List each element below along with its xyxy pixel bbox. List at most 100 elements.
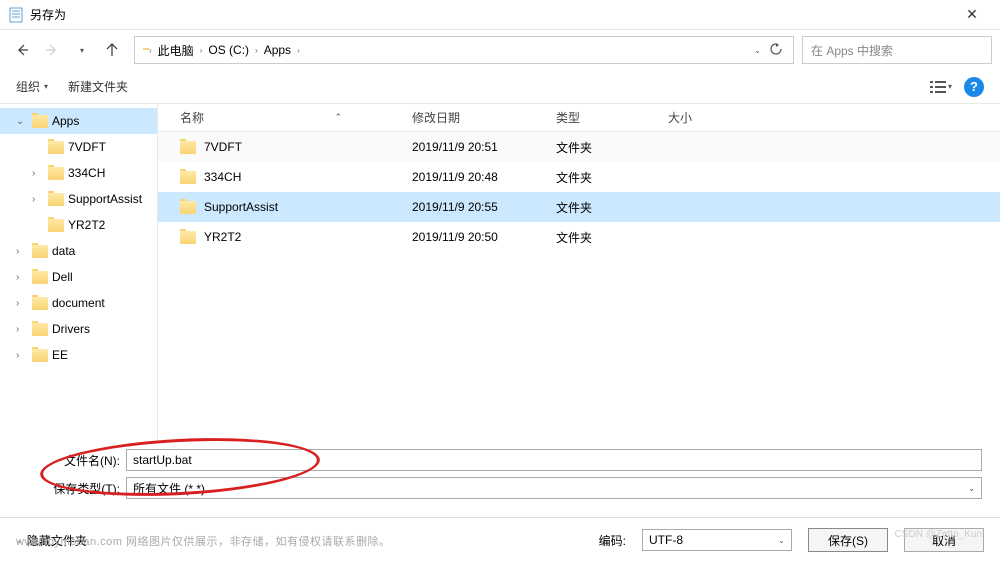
folder-icon [32,297,48,310]
expander-icon[interactable]: › [32,194,44,205]
filetype-select[interactable]: 所有文件 (*.*)⌄ [126,477,982,499]
list-row[interactable]: 7VDFT 2019/11/9 20:51文件夹 [158,132,1000,162]
expander-icon[interactable]: › [16,350,28,361]
refresh-icon[interactable] [769,42,783,59]
tree-item[interactable]: › 334CH [0,160,157,186]
watermark-credit: CSDN @Zetto_Kun [895,529,982,540]
folder-tree: ⌄ Apps 7VDFT › 334CH › SupportAssist YR2T2 › data… [0,104,158,439]
file-date: 2019/11/9 20:51 [412,140,556,154]
folder-icon [48,193,64,206]
file-type: 文件夹 [556,169,668,186]
folder-icon [180,231,196,244]
column-size[interactable]: 大小 [668,109,768,126]
recent-dropdown[interactable]: ▾ [68,36,96,64]
tree-item[interactable]: › Dell [0,264,157,290]
tree-label: 334CH [68,166,105,180]
new-folder-button[interactable]: 新建文件夹 [68,78,128,95]
view-options-button[interactable]: ▾ [930,80,952,94]
tree-item[interactable]: › SupportAssist [0,186,157,212]
filename-label: 文件名(N): [18,452,126,469]
toolbar: 组织 ▾ 新建文件夹 ▾ ? [0,70,1000,104]
search-input[interactable]: 在 Apps 中搜索 [802,36,992,64]
file-type: 文件夹 [556,229,668,246]
file-list: 名称⌃ 修改日期 类型 大小 7VDFT2019/11/9 20:51文件夹33… [158,104,1000,439]
tree-item[interactable]: 7VDFT [0,134,157,160]
encoding-label: 编码: [599,532,626,549]
folder-icon [32,115,48,128]
tree-label: Apps [52,114,79,128]
list-row[interactable]: YR2T2 2019/11/9 20:50文件夹 [158,222,1000,252]
titlebar: 另存为 ✕ [0,0,1000,30]
up-button[interactable] [98,36,126,64]
folder-icon [180,171,196,184]
folder-icon [32,245,48,258]
tree-item[interactable]: ›EE [0,342,157,368]
tree-item[interactable]: › document [0,290,157,316]
folder-icon [48,219,64,232]
breadcrumb-item[interactable]: Apps [260,43,295,57]
folder-icon [180,201,196,214]
folder-icon [32,323,48,336]
file-type: 文件夹 [556,139,668,156]
column-type[interactable]: 类型 [556,109,668,126]
filename-input[interactable]: startUp.bat [126,449,982,471]
tree-item[interactable]: › data [0,238,157,264]
tree-item[interactable]: › Drivers [0,316,157,342]
column-date[interactable]: 修改日期 [412,109,556,126]
chevron-right-icon: › [149,46,152,55]
folder-icon [32,271,48,284]
tree-label: data [52,244,75,258]
list-row[interactable]: SupportAssist2019/11/9 20:55文件夹 [158,192,1000,222]
folder-icon [32,349,48,362]
file-name: 334CH [204,170,241,184]
tree-label: document [52,296,105,310]
expander-icon[interactable]: › [16,272,28,283]
help-icon[interactable]: ? [964,77,984,97]
expander-icon[interactable]: › [16,324,28,335]
list-row[interactable]: 334CH 2019/11/9 20:48文件夹 [158,162,1000,192]
list-header: 名称⌃ 修改日期 类型 大小 [158,104,1000,132]
expander-icon[interactable]: ⌄ [16,116,28,127]
expander-icon[interactable]: › [16,246,28,257]
chevron-right-icon: › [255,46,258,55]
column-name[interactable]: 名称⌃ [158,109,412,126]
tree-label: Drivers [52,322,90,336]
tree-label: 7VDFT [68,140,106,154]
close-icon[interactable]: ✕ [952,0,992,30]
organize-button[interactable]: 组织 ▾ [16,78,48,95]
search-placeholder: 在 Apps 中搜索 [811,42,893,59]
navbar: ▾ › 此电脑 › OS (C:) › Apps › ⌄ 在 Apps 中搜索 [0,30,1000,70]
file-name: YR2T2 [204,230,241,244]
save-button[interactable]: 保存(S) [808,528,888,552]
notepad-icon [8,7,24,23]
tree-item[interactable]: ⌄ Apps [0,108,157,134]
encoding-select[interactable]: UTF-8⌄ [642,529,792,551]
breadcrumb-item[interactable]: OS (C:) [204,43,253,57]
chevron-down-icon[interactable]: ⌄ [754,46,761,55]
folder-icon [180,141,196,154]
tree-label: SupportAssist [68,192,142,206]
tree-label: Dell [52,270,73,284]
chevron-down-icon: ⌄ [778,536,785,545]
chevron-right-icon: › [200,46,203,55]
back-button[interactable] [8,36,36,64]
file-date: 2019/11/9 20:48 [412,170,556,184]
folder-icon [48,141,64,154]
sort-ascending-icon: ⌃ [334,112,342,123]
file-name: SupportAssist [204,200,278,214]
window-title: 另存为 [30,6,952,23]
save-form: 文件名(N): startUp.bat 保存类型(T): 所有文件 (*.*)⌄ [0,439,1000,507]
breadcrumb[interactable]: › 此电脑 › OS (C:) › Apps › ⌄ [134,36,794,64]
expander-icon[interactable]: › [16,298,28,309]
chevron-right-icon: › [297,46,300,55]
tree-label: YR2T2 [68,218,105,232]
folder-icon [48,167,64,180]
forward-button[interactable] [38,36,66,64]
watermark: www.toymoban.com 网络图片仅供展示，非存储，如有侵权请联系删除。 [16,533,390,549]
file-date: 2019/11/9 20:50 [412,230,556,244]
file-type: 文件夹 [556,199,668,216]
expander-icon[interactable]: › [32,168,44,179]
tree-item[interactable]: YR2T2 [0,212,157,238]
breadcrumb-item[interactable]: 此电脑 [154,42,198,59]
file-name: 7VDFT [204,140,242,154]
